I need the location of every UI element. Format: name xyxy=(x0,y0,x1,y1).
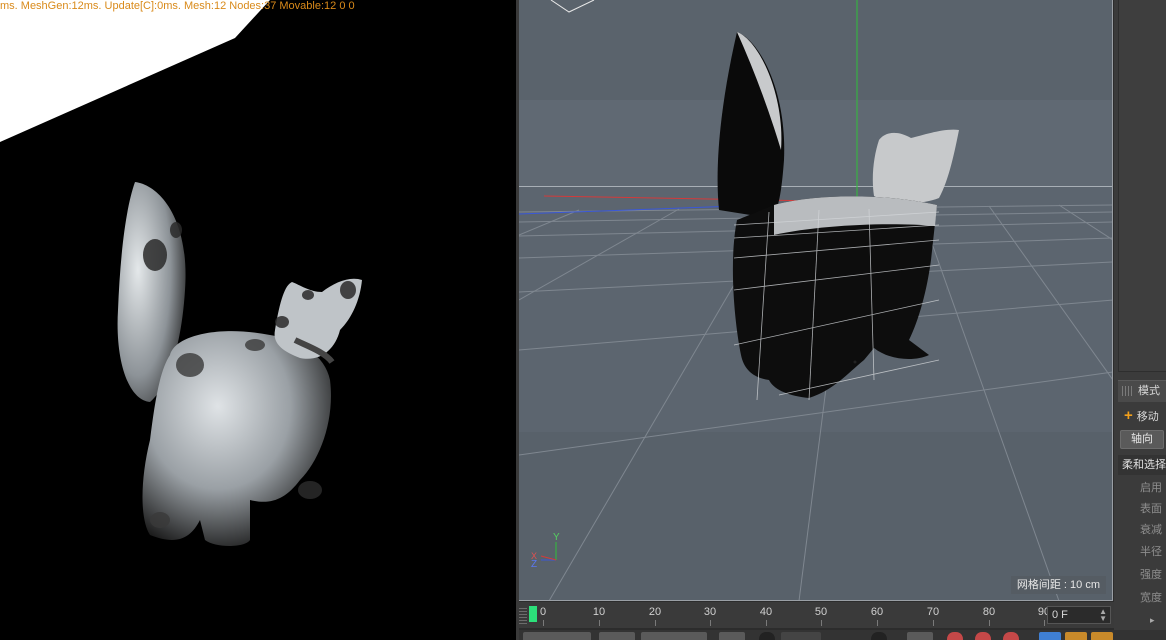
tick-mark xyxy=(1044,620,1045,626)
spot xyxy=(298,481,322,499)
spot xyxy=(150,512,170,528)
tick-label: 30 xyxy=(703,606,717,618)
spot xyxy=(143,239,167,271)
gizmo-x-label: X xyxy=(531,551,537,561)
tick-label: 80 xyxy=(982,606,996,618)
editor-scene: Y Z X xyxy=(519,0,1112,600)
tick-mark xyxy=(877,620,878,626)
tick-mark xyxy=(989,620,990,626)
go-end-button[interactable] xyxy=(871,632,887,640)
tab-mode-label: 模式 xyxy=(1138,385,1160,397)
expand-arrow-icon[interactable]: ▸ xyxy=(1150,610,1166,630)
grid-spacing-label: 网格间距 : 10 cm xyxy=(1010,576,1106,594)
tick-mark xyxy=(543,620,544,626)
go-start-button[interactable] xyxy=(759,632,775,640)
key-rotate-button[interactable] xyxy=(1091,632,1113,640)
timeline-ruler[interactable]: 0 10 20 30 40 50 60 70 80 90 xyxy=(529,604,1050,626)
stepper-arrows-icon[interactable]: ▲ ▼ xyxy=(1099,608,1107,623)
field-max[interactable] xyxy=(641,632,707,640)
cat-body xyxy=(142,331,331,546)
tick-mark xyxy=(599,620,600,626)
tick-mark xyxy=(821,620,822,626)
tick-mark xyxy=(766,620,767,626)
record-button[interactable] xyxy=(947,632,963,640)
step-buttons[interactable] xyxy=(781,632,821,640)
move-tool-label: 移动 xyxy=(1136,411,1159,423)
spot xyxy=(245,339,265,351)
current-frame-field[interactable]: 0 F ▲ ▼ xyxy=(1047,606,1111,624)
current-frame-value: 0 F xyxy=(1052,609,1068,621)
editor-viewport[interactable]: Y Z X 网格间距 : 10 cm xyxy=(519,0,1113,601)
attribute-panel: 模式 + 移动 轴向 柔和选择 启用 表面 衰减 半径 强度 宽度 ▸ xyxy=(1114,0,1166,640)
prop-radius[interactable]: 半径 xyxy=(1118,542,1166,562)
tick-label: 50 xyxy=(814,606,828,618)
autokey-button[interactable] xyxy=(975,632,991,640)
app-window: ms. MeshGen:12ms. Update[C]:0ms. Mesh:12… xyxy=(0,0,1166,640)
tick-label: 40 xyxy=(759,606,773,618)
axis-button[interactable]: 轴向 xyxy=(1120,430,1164,449)
light-plane xyxy=(0,0,270,142)
playback-controls xyxy=(519,630,1166,640)
render-viewport[interactable]: ms. MeshGen:12ms. Update[C]:0ms. Mesh:12… xyxy=(0,0,516,640)
spot xyxy=(275,316,289,328)
loop-button[interactable] xyxy=(907,632,933,640)
keyframe-button[interactable] xyxy=(1003,632,1019,640)
tick-label: 60 xyxy=(870,606,884,618)
field-min[interactable] xyxy=(599,632,635,640)
timeline-grip-icon[interactable] xyxy=(519,606,527,624)
render-scene xyxy=(0,0,362,546)
spot xyxy=(176,353,204,377)
move-icon: + xyxy=(1124,407,1133,424)
render-stats-text: ms. MeshGen:12ms. Update[C]:0ms. Mesh:12… xyxy=(0,0,355,12)
grip-icon xyxy=(1122,386,1134,397)
prop-width[interactable]: 宽度 xyxy=(1118,588,1166,608)
tick-mark xyxy=(655,620,656,626)
key-scale-button[interactable] xyxy=(1065,632,1087,640)
tick-mark xyxy=(710,620,711,626)
tick-mark xyxy=(933,620,934,626)
spot xyxy=(170,222,182,238)
soft-selection-header[interactable]: 柔和选择 xyxy=(1118,455,1166,475)
tick-label: 10 xyxy=(592,606,606,618)
field-end[interactable] xyxy=(719,632,745,640)
tab-mode[interactable]: 模式 xyxy=(1118,380,1166,402)
field-start[interactable] xyxy=(523,632,591,640)
timeline[interactable]: 0 10 20 30 40 50 60 70 80 90 0 F ▲ ▼ xyxy=(519,602,1114,628)
prop-falloff[interactable]: 衰减 xyxy=(1118,520,1166,540)
playhead[interactable] xyxy=(529,606,537,622)
prop-enable[interactable]: 启用 xyxy=(1118,478,1166,498)
prop-strength[interactable]: 强度 xyxy=(1118,565,1166,585)
move-tool-row[interactable]: + 移动 xyxy=(1118,406,1166,426)
tick-label: 0 xyxy=(539,606,547,618)
prop-surface[interactable]: 表面 xyxy=(1118,499,1166,519)
tick-label: 20 xyxy=(648,606,662,618)
tick-label: 70 xyxy=(926,606,940,618)
spot xyxy=(340,281,356,299)
key-move-button[interactable] xyxy=(1039,632,1061,640)
spot xyxy=(302,290,314,300)
gizmo-y-label: Y xyxy=(553,532,560,543)
object-panel[interactable] xyxy=(1118,0,1166,372)
